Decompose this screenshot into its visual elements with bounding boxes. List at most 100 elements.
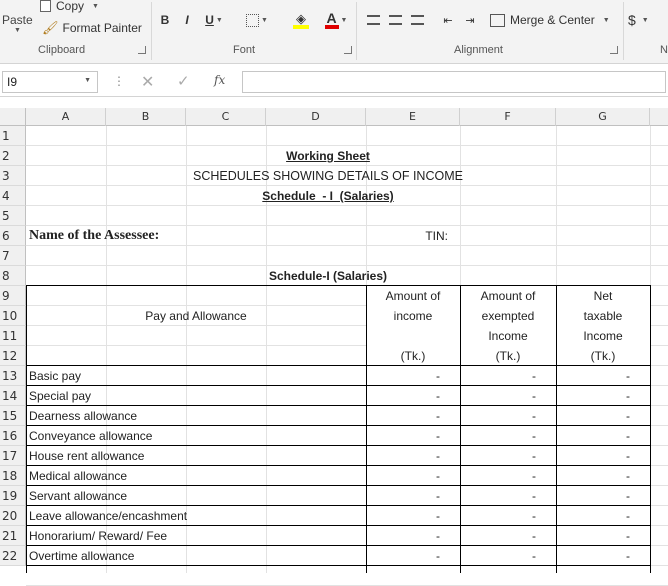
item-taxable[interactable]: - xyxy=(556,506,650,526)
tin-label[interactable]: TIN: xyxy=(366,226,460,246)
item-income[interactable]: - xyxy=(366,446,460,466)
item-label[interactable]: Servant allowance xyxy=(26,486,366,506)
insert-function-icon[interactable]: fx xyxy=(214,73,225,87)
header-col-f-line[interactable]: Income xyxy=(460,326,556,346)
item-income[interactable]: - xyxy=(366,506,460,526)
row-header-12[interactable]: 12 xyxy=(0,346,26,366)
align-center-button[interactable] xyxy=(386,10,404,30)
row-header-19[interactable]: 19 xyxy=(0,486,26,506)
item-exempted[interactable]: - xyxy=(460,526,556,546)
header-col-g-line[interactable]: taxable xyxy=(556,306,650,326)
item-income[interactable]: - xyxy=(366,466,460,486)
copy-button[interactable]: Copy ▼ xyxy=(40,0,99,14)
align-right-button[interactable] xyxy=(408,10,426,30)
item-taxable[interactable]: - xyxy=(556,546,650,566)
item-label[interactable]: Special pay xyxy=(26,386,366,406)
row-header-13[interactable]: 13 xyxy=(0,366,26,386)
dialog-launcher-icon[interactable] xyxy=(610,46,618,54)
row-header-22[interactable]: 22 xyxy=(0,546,26,566)
row-header-17[interactable]: 17 xyxy=(0,446,26,466)
row-header-8[interactable]: 8 xyxy=(0,266,26,286)
item-income[interactable]: - xyxy=(366,526,460,546)
column-header-e[interactable]: E xyxy=(366,108,460,126)
header-col-e-line[interactable] xyxy=(366,326,460,346)
row-header-18[interactable]: 18 xyxy=(0,466,26,486)
column-header-f[interactable]: F xyxy=(460,108,556,126)
header-col-g-line[interactable]: (Tk.) xyxy=(556,346,650,366)
formula-input[interactable] xyxy=(242,71,666,93)
more-options-icon[interactable]: ⋮ xyxy=(113,74,125,88)
row-header-2[interactable]: 2 xyxy=(0,146,26,166)
item-label[interactable]: Honorarium/ Reward/ Fee xyxy=(26,526,366,546)
item-exempted[interactable]: - xyxy=(460,446,556,466)
sheet-title[interactable]: Working Sheet xyxy=(26,146,650,166)
dialog-launcher-icon[interactable] xyxy=(344,46,352,54)
italic-button[interactable]: I xyxy=(178,10,196,30)
item-income[interactable]: - xyxy=(366,546,460,566)
assessee-label[interactable]: Name of the Assessee: xyxy=(26,226,366,246)
underline-button[interactable]: U ▼ xyxy=(200,10,228,30)
row-header-6[interactable]: 6 xyxy=(0,226,26,246)
row-header-14[interactable]: 14 xyxy=(0,386,26,406)
header-col-g-line[interactable]: Income xyxy=(556,326,650,346)
column-header-a[interactable]: A xyxy=(26,108,106,126)
item-label[interactable]: Conveyance allowance xyxy=(26,426,366,446)
item-taxable[interactable]: - xyxy=(556,486,650,506)
column-header-d[interactable]: D xyxy=(266,108,366,126)
item-exempted[interactable]: - xyxy=(460,406,556,426)
item-income[interactable]: - xyxy=(366,426,460,446)
row-header-11[interactable]: 11 xyxy=(0,326,26,346)
item-label[interactable]: Overtime allowance xyxy=(26,546,366,566)
item-income[interactable]: - xyxy=(366,486,460,506)
item-exempted[interactable]: - xyxy=(460,466,556,486)
dialog-launcher-icon[interactable] xyxy=(138,46,146,54)
item-exempted[interactable]: - xyxy=(460,386,556,406)
align-left-button[interactable] xyxy=(364,10,382,30)
cancel-icon[interactable]: ✕ xyxy=(141,72,154,92)
table-title[interactable]: Schedule-I (Salaries) xyxy=(26,266,650,286)
column-header-b[interactable]: B xyxy=(106,108,186,126)
item-label[interactable]: Dearness allowance xyxy=(26,406,366,426)
paste-button[interactable]: Paste ▼ xyxy=(2,2,34,38)
item-taxable[interactable]: - xyxy=(556,446,650,466)
name-box[interactable]: I9 ▼ xyxy=(2,71,98,93)
decrease-indent-button[interactable]: ⇤ xyxy=(438,10,458,30)
row-header-20[interactable]: 20 xyxy=(0,506,26,526)
row-header-7[interactable]: 7 xyxy=(0,246,26,266)
header-col-f-line[interactable]: (Tk.) xyxy=(460,346,556,366)
item-income[interactable]: - xyxy=(366,366,460,386)
row-header-3[interactable]: 3 xyxy=(0,166,26,186)
item-income[interactable]: - xyxy=(366,406,460,426)
header-col-f-line[interactable]: Amount of xyxy=(460,286,556,306)
row-header-16[interactable]: 16 xyxy=(0,426,26,446)
row-header-10[interactable]: 10 xyxy=(0,306,26,326)
row-header-15[interactable]: 15 xyxy=(0,406,26,426)
fill-color-button[interactable]: ◈ xyxy=(285,9,317,31)
row-header-1[interactable]: 1 xyxy=(0,126,26,146)
sheet-subtitle[interactable]: SCHEDULES SHOWING DETAILS OF INCOME xyxy=(26,166,650,186)
item-income[interactable]: - xyxy=(366,386,460,406)
merge-center-button[interactable]: Merge & Center ▼ xyxy=(490,10,610,30)
item-exempted[interactable]: - xyxy=(460,546,556,566)
select-all-corner[interactable] xyxy=(0,108,26,126)
schedule-heading[interactable]: Schedule - I (Salaries) xyxy=(26,186,650,206)
item-label[interactable]: House rent allowance xyxy=(26,446,366,466)
item-label[interactable]: Medical allowance xyxy=(26,466,366,486)
item-taxable[interactable]: - xyxy=(556,406,650,426)
item-taxable[interactable]: - xyxy=(556,386,650,406)
header-col-e-line[interactable]: income xyxy=(366,306,460,326)
item-exempted[interactable]: - xyxy=(460,486,556,506)
row-header-4[interactable]: 4 xyxy=(0,186,26,206)
format-painter-button[interactable]: 🖌 Format Painter xyxy=(42,19,142,37)
row-header-21[interactable]: 21 xyxy=(0,526,26,546)
row-header-9[interactable]: 9 xyxy=(0,286,26,306)
item-label[interactable]: Basic pay xyxy=(26,366,366,386)
pay-allowance-header[interactable]: Pay and Allowance xyxy=(26,306,366,326)
borders-button[interactable]: ▼ xyxy=(242,10,272,30)
enter-icon[interactable]: ✓ xyxy=(177,72,190,90)
header-col-e-line[interactable]: (Tk.) xyxy=(366,346,460,366)
item-taxable[interactable]: - xyxy=(556,426,650,446)
header-col-f-line[interactable]: exempted xyxy=(460,306,556,326)
item-exempted[interactable]: - xyxy=(460,506,556,526)
item-exempted[interactable]: - xyxy=(460,426,556,446)
